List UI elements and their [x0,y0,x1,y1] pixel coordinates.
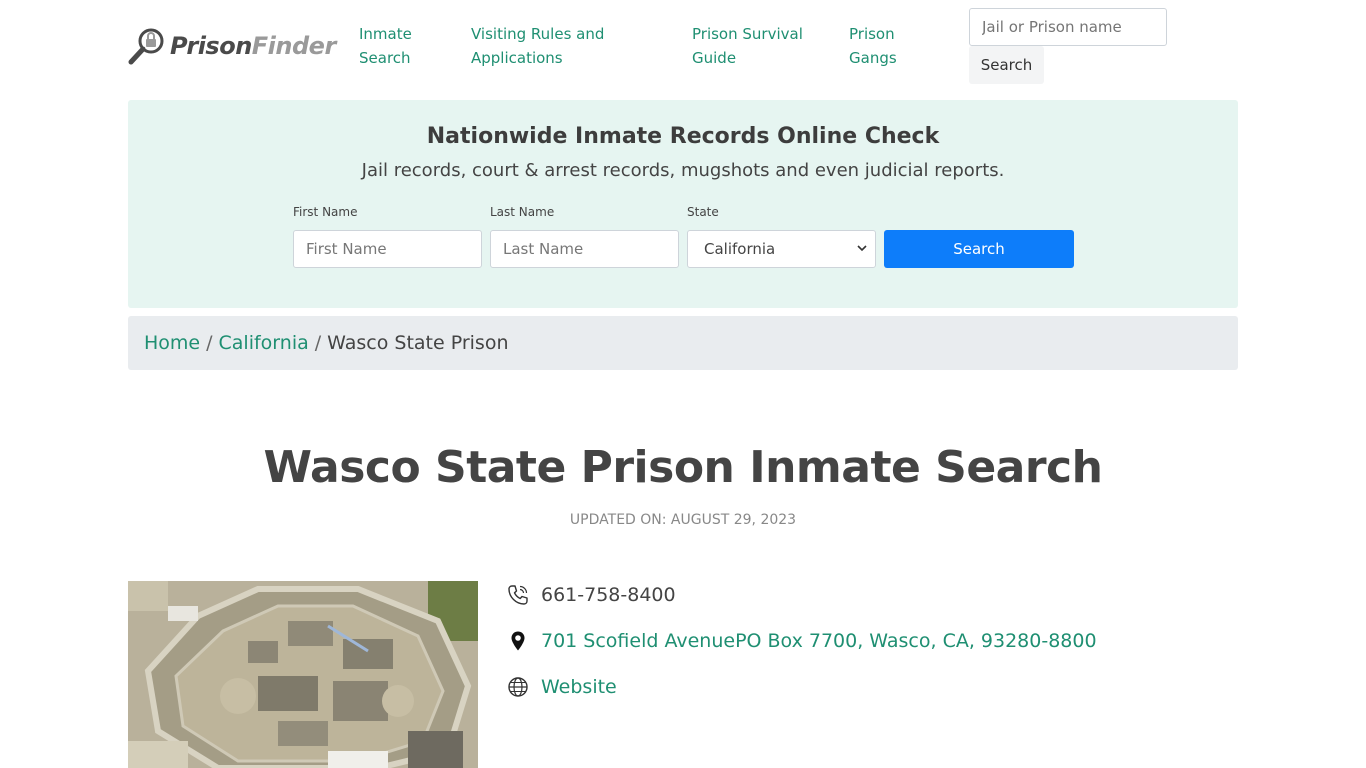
globe-icon [507,676,529,698]
records-title: Nationwide Inmate Records Online Check [426,124,940,149]
breadcrumb-home[interactable]: Home [144,332,200,354]
state-select-value: California [704,240,776,258]
state-select[interactable]: California [687,230,876,268]
prison-satellite-image [128,581,478,768]
breadcrumb-current: Wasco State Prison [327,332,509,354]
page-title: Wasco State Prison Inmate Search [263,442,1103,493]
nav-prison-survival-guide[interactable]: Prison Survival Guide [692,22,803,70]
site-logo[interactable]: PrisonFinder [128,26,336,66]
last-name-field[interactable]: Last Name [490,230,679,268]
breadcrumb-separator: / [314,332,322,354]
state-label: State [687,205,719,219]
breadcrumb-separator: / [206,332,213,354]
records-subtitle: Jail records, court & arrest records, mu… [361,160,1005,181]
site-header: PrisonFinder Inmate Search Visiting Rules… [0,0,1366,92]
logo-text: PrisonFinder [170,32,336,60]
chevron-down-icon [857,245,867,252]
contact-phone: 661-758-8400 [507,584,676,606]
records-search-panel: Nationwide Inmate Records Online Check J… [128,100,1238,308]
contact-address: 701 Scofield AvenuePO Box 7700, Wasco, C… [507,630,1097,652]
prison-search-input[interactable] [969,8,1167,46]
breadcrumb: Home / California / Wasco State Prison [128,316,1238,370]
website-link[interactable]: Website [541,676,617,698]
first-name-field[interactable]: First Name [293,230,482,268]
contact-website: Website [507,676,617,698]
nav-prison-gangs[interactable]: Prison Gangs [849,22,897,70]
nav-inmate-search[interactable]: Inmate Search [359,22,412,70]
updated-date: UPDATED ON: AUGUST 29, 2023 [569,512,797,528]
breadcrumb-state[interactable]: California [219,332,309,354]
phone-icon [507,584,529,606]
phone-number: 661-758-8400 [541,584,676,606]
address-link[interactable]: 701 Scofield AvenuePO Box 7700, Wasco, C… [541,630,1097,652]
prison-search-button[interactable]: Search [969,46,1044,84]
first-name-label: First Name [293,205,358,219]
magnifier-lock-icon [128,26,166,66]
nav-visiting-rules[interactable]: Visiting Rules and Applications [471,22,604,70]
map-pin-icon [507,630,529,652]
records-search-button[interactable]: Search [884,230,1074,268]
last-name-label: Last Name [490,205,555,219]
